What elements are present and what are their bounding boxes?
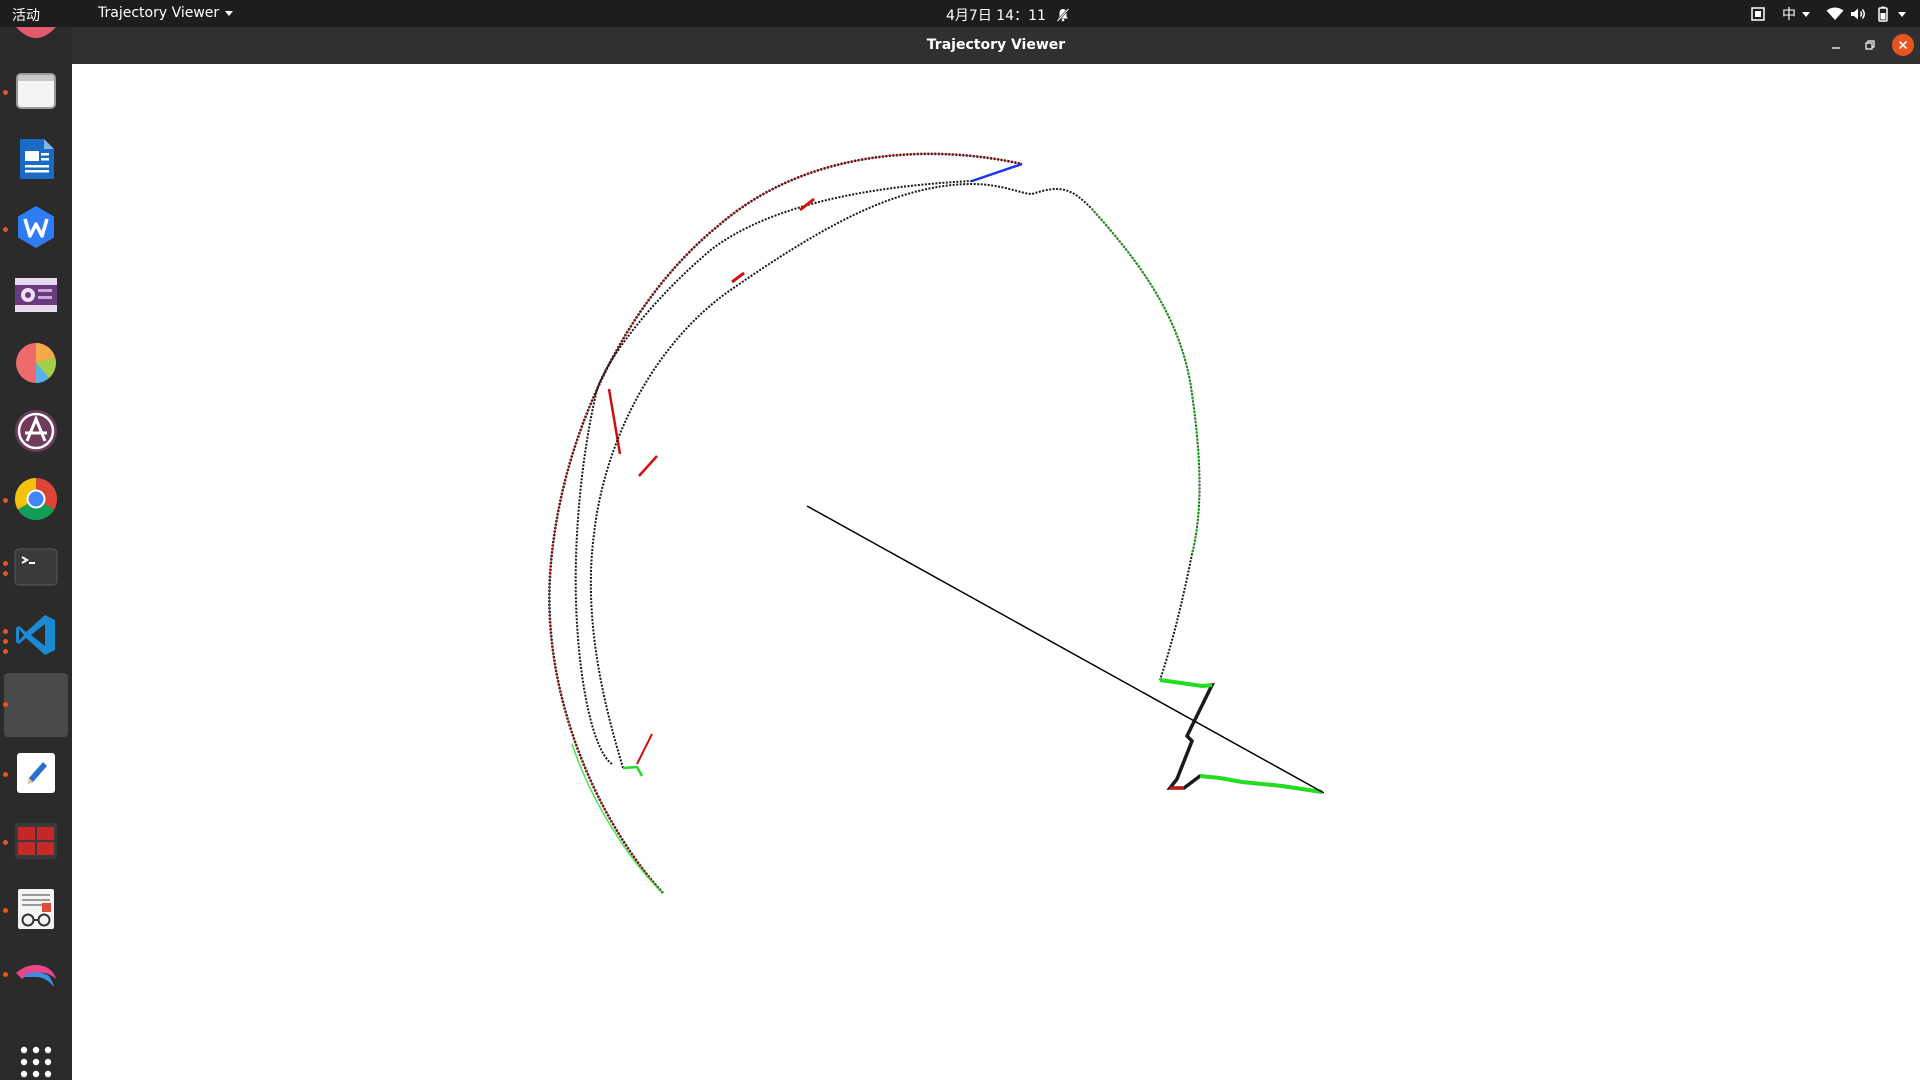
- input-method-menu[interactable]: 中: [1782, 4, 1810, 24]
- screen-share-icon[interactable]: [1750, 6, 1766, 22]
- app-menu-label: Trajectory Viewer: [98, 5, 220, 21]
- dock-item-app-store[interactable]: [6, 401, 66, 461]
- trajectory-green-segment: [571, 743, 664, 894]
- running-indicator: [3, 702, 8, 707]
- dock-item-trajectory-viewer[interactable]: [4, 673, 68, 737]
- clock[interactable]: 4月7日 14：11: [946, 5, 1070, 25]
- dock-item-video-player[interactable]: [6, 265, 66, 325]
- running-indicator: [3, 498, 8, 503]
- status-menu[interactable]: [1826, 6, 1906, 22]
- video-player-icon: [15, 278, 57, 312]
- close-icon: [1898, 40, 1908, 50]
- close-button[interactable]: [1892, 34, 1914, 56]
- document-viewer-icon: [18, 889, 54, 929]
- dock-item-wps-office[interactable]: [6, 197, 66, 257]
- running-indicator: [3, 227, 8, 232]
- window-title: Trajectory Viewer: [926, 37, 1066, 53]
- activities-button[interactable]: 活动: [12, 5, 40, 25]
- writer-document-icon: [20, 139, 54, 179]
- trajectory-red-segment: [731, 271, 745, 284]
- trajectory-outer-return: [574, 163, 1023, 765]
- dock-item-text-editor[interactable]: [6, 743, 66, 803]
- pie-chart-icon: [16, 343, 56, 383]
- text-editor-icon: [17, 753, 55, 793]
- clock-label: 4月7日 14：11: [946, 8, 1046, 24]
- trajectory-zigzag-color: [1159, 678, 1323, 794]
- dock-item-libreoffice-writer[interactable]: [6, 129, 66, 189]
- chevron-down-icon: [1802, 11, 1810, 17]
- notifications-off-icon: [1056, 8, 1070, 22]
- trajectory-zigzag: [1159, 678, 1323, 794]
- wps-icon: [18, 206, 54, 248]
- running-indicator: [3, 571, 8, 576]
- dock: [0, 27, 72, 1080]
- dock-item-pie-chart-app[interactable]: [6, 333, 66, 393]
- running-indicator: [3, 90, 8, 95]
- restore-icon: [1865, 40, 1875, 50]
- running-indicator: [3, 972, 8, 977]
- minimize-icon: [1832, 47, 1840, 49]
- terminal-icon: [14, 548, 58, 586]
- trajectory-red-segment: [636, 733, 653, 765]
- top-panel: 活动 Trajectory Viewer 4月7日 14：11 中: [0, 0, 1920, 27]
- volume-icon: [1851, 8, 1865, 20]
- trajectory-outer-arc: [548, 152, 1023, 894]
- running-indicator: [3, 908, 8, 913]
- app-store-icon: [15, 410, 57, 452]
- running-indicator: [3, 772, 8, 777]
- trajectory-red-segment: [638, 455, 658, 477]
- partial-app-icon[interactable]: [12, 27, 60, 41]
- vscode-icon: [16, 615, 55, 655]
- grid-icon[interactable]: [20, 1046, 52, 1078]
- folder-icon: [16, 73, 56, 109]
- running-indicator: [3, 561, 8, 566]
- dock-item-document-viewer[interactable]: [6, 879, 66, 939]
- trajectory-inner-arc-color: [1091, 208, 1201, 555]
- chevron-down-icon: [225, 10, 234, 16]
- system-tray[interactable]: 中: [1750, 3, 1906, 25]
- running-indicator: [3, 629, 8, 634]
- chrome-icon: [14, 478, 58, 521]
- dock-item-files[interactable]: [6, 61, 66, 121]
- minimize-button[interactable]: [1825, 34, 1847, 56]
- dock-item-terminal[interactable]: [6, 537, 66, 597]
- dock-item-vscode[interactable]: [6, 605, 66, 665]
- maximize-button[interactable]: [1859, 34, 1881, 56]
- wifi-icon: [1826, 7, 1844, 20]
- trajectory-plot: [548, 152, 1325, 894]
- dock-item-chrome[interactable]: [6, 469, 66, 529]
- trajectory-blue-segment: [971, 162, 1023, 183]
- dock-item-red-terminal-app[interactable]: [6, 811, 66, 871]
- trajectory-green-segment: [622, 765, 644, 777]
- trajectory-inner-arc: [589, 182, 1201, 769]
- app-menu[interactable]: Trajectory Viewer: [98, 5, 234, 21]
- trajectory-canvas[interactable]: [72, 64, 1920, 1080]
- trajectory-straight-line: [806, 505, 1325, 794]
- battery-icon: [1878, 6, 1888, 22]
- trajectory-red-segment: [607, 388, 622, 455]
- running-indicator: [3, 639, 8, 644]
- input-method-label: 中: [1782, 7, 1796, 23]
- multi-terminal-icon: [15, 823, 57, 859]
- dock-item-kali-dragon[interactable]: [6, 947, 66, 1007]
- dragon-icon: [16, 965, 56, 987]
- chevron-down-icon: [1898, 11, 1906, 17]
- window-titlebar[interactable]: Trajectory Viewer: [72, 27, 1920, 64]
- running-indicator: [3, 649, 8, 654]
- trajectory-outer-arc-color: [548, 153, 1023, 894]
- running-indicator: [3, 840, 8, 845]
